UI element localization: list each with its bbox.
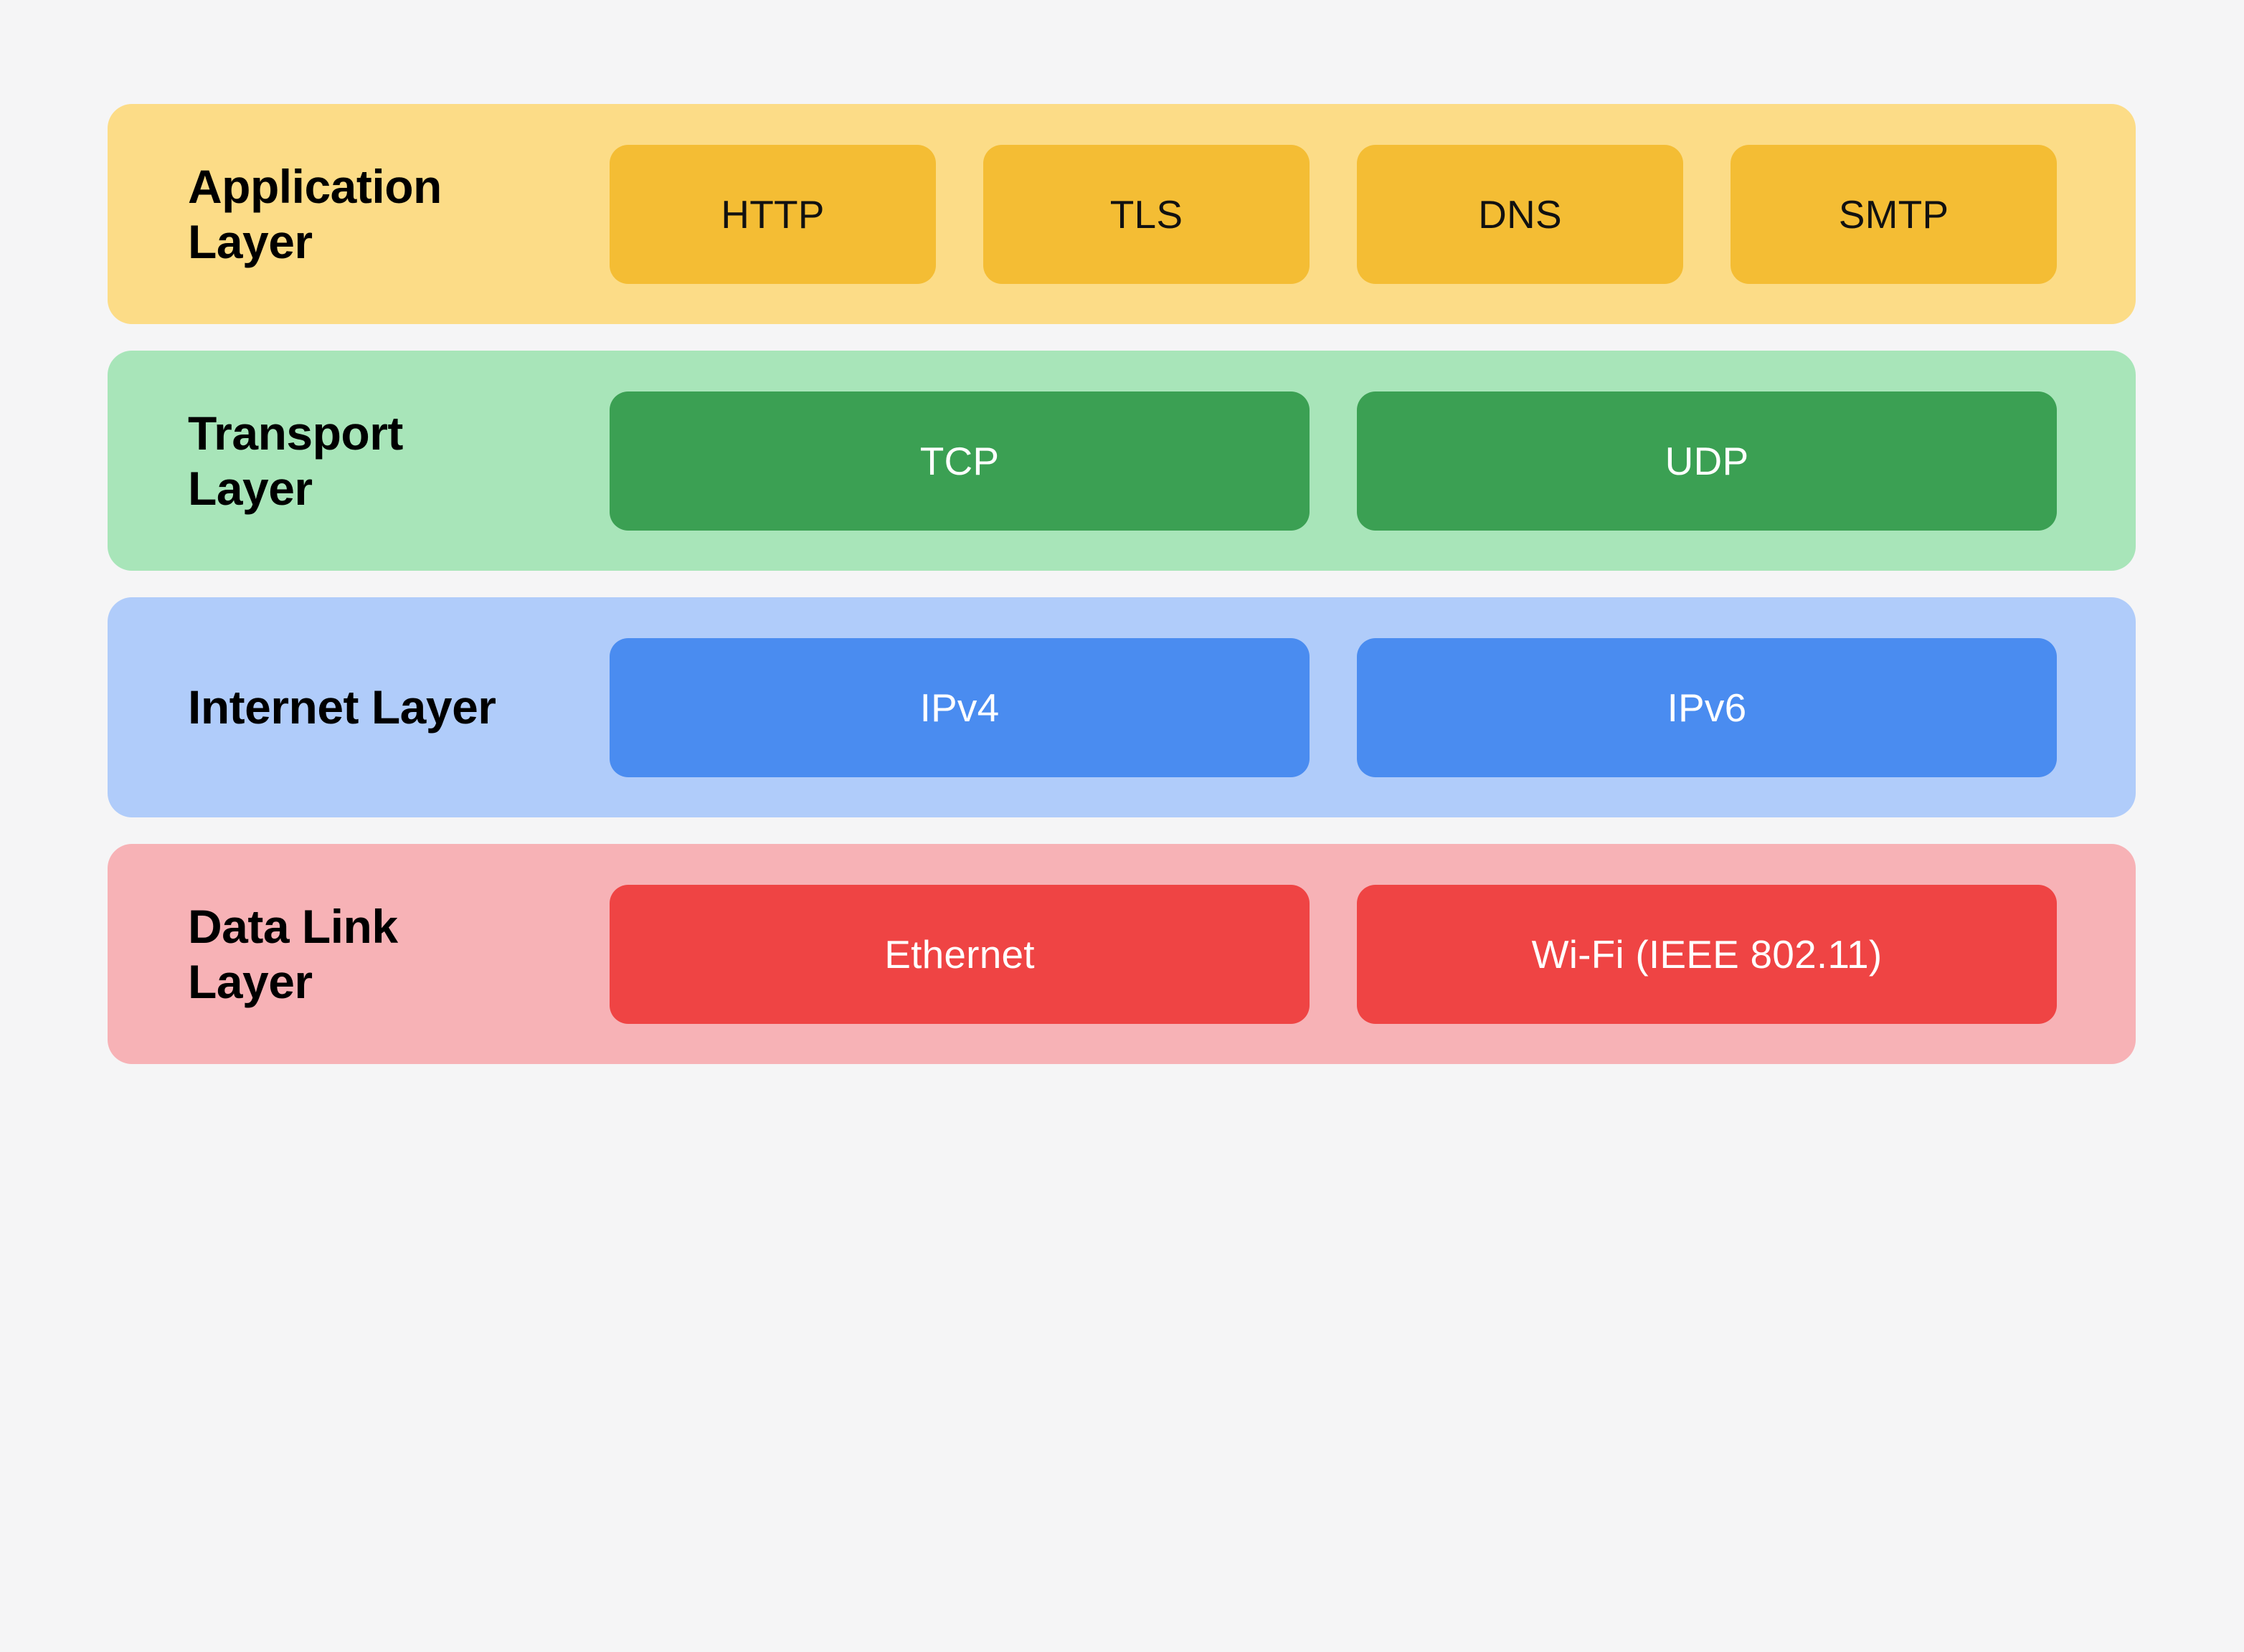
layer-band-transport: Transport Layer TCP UDP	[108, 351, 2136, 571]
protocol-chip-http[interactable]: HTTP	[610, 144, 936, 284]
protocol-chip-tcp[interactable]: TCP	[610, 391, 1310, 531]
layer-band-datalink: Data Link Layer Ethernet Wi-Fi (IEEE 802…	[108, 844, 2136, 1064]
protocol-row-application: HTTP TLS DNS SMTP	[610, 144, 2136, 284]
protocol-row-transport: TCP UDP	[610, 391, 2136, 531]
protocol-chip-tls[interactable]: TLS	[983, 144, 1310, 284]
layer-label-internet: Internet Layer	[188, 680, 496, 734]
layer-label-transport: Transport Layer	[188, 406, 403, 515]
layer-band-internet: Internet Layer IPv4 IPv6	[108, 597, 2136, 817]
layer-label-datalink: Data Link Layer	[188, 899, 398, 1008]
protocol-chip-ipv6[interactable]: IPv6	[1357, 637, 2057, 777]
protocol-chip-ethernet[interactable]: Ethernet	[610, 884, 1310, 1024]
protocol-stack-diagram: Application Layer HTTP TLS DNS SMTP Tran…	[108, 104, 2136, 1064]
layer-band-application: Application Layer HTTP TLS DNS SMTP	[108, 104, 2136, 324]
protocol-chip-ipv4[interactable]: IPv4	[610, 637, 1310, 777]
protocol-row-internet: IPv4 IPv6	[610, 637, 2136, 777]
protocol-chip-dns[interactable]: DNS	[1357, 144, 1683, 284]
protocol-chip-udp[interactable]: UDP	[1357, 391, 2057, 531]
layer-label-application: Application Layer	[188, 159, 442, 268]
protocol-chip-wifi[interactable]: Wi-Fi (IEEE 802.11)	[1357, 884, 2057, 1024]
protocol-row-datalink: Ethernet Wi-Fi (IEEE 802.11)	[610, 884, 2136, 1024]
protocol-chip-smtp[interactable]: SMTP	[1731, 144, 2057, 284]
